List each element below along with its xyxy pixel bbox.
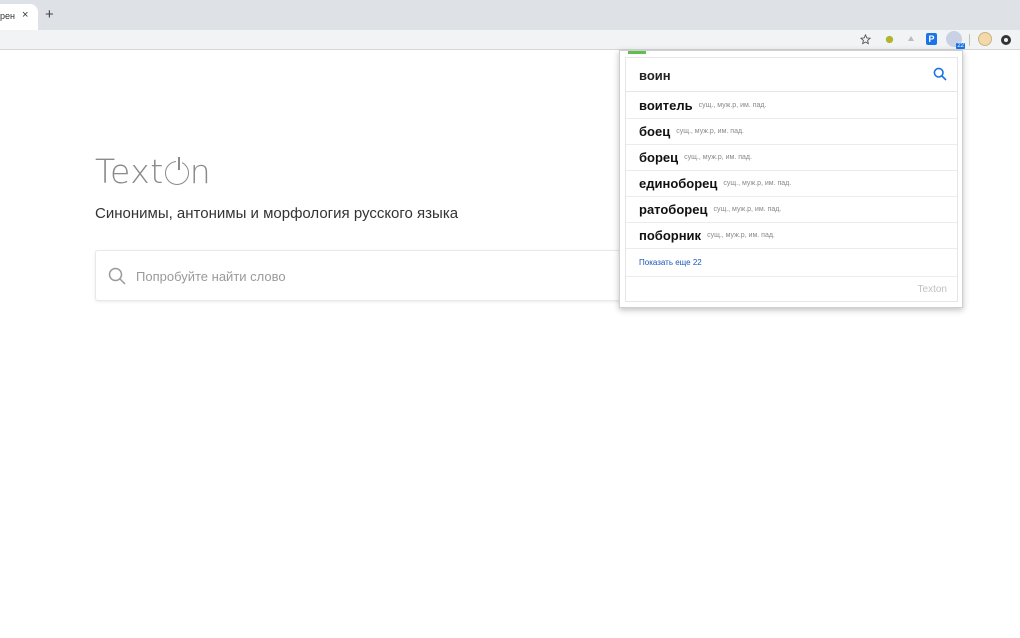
result-item[interactable]: борец сущ., муж.р, им. пад. (626, 145, 957, 171)
popup-panel: воин воитель сущ., муж.р, им. пад. боец … (625, 57, 958, 302)
power-icon (164, 157, 189, 185)
toolbar-divider (969, 34, 970, 46)
result-grammar: сущ., муж.р, им. пад. (713, 206, 782, 213)
browser-toolbar: P 22 (0, 30, 1020, 50)
browser-tab[interactable]: рен × (0, 4, 38, 30)
popup-accent-bar (628, 51, 646, 54)
close-tab-icon[interactable]: × (22, 9, 28, 21)
result-word: поборник (639, 228, 702, 243)
result-word: ратоборец (639, 202, 708, 217)
extension-icon[interactable] (882, 32, 896, 46)
result-word: единоборец (639, 176, 718, 191)
result-item[interactable]: поборник сущ., муж.р, им. пад. (626, 223, 957, 249)
p-extension-icon[interactable]: P (926, 33, 937, 45)
popup-search-field[interactable]: воин (626, 58, 957, 92)
new-tab-button[interactable]: + (45, 7, 54, 23)
result-item[interactable]: воитель сущ., муж.р, им. пад. (626, 93, 957, 119)
avatar[interactable] (978, 32, 992, 46)
texton-logo: Text n (95, 152, 212, 191)
extension-badge: 22 (956, 43, 965, 49)
results-list: воитель сущ., муж.р, им. пад. боец сущ.,… (626, 93, 957, 277)
extension-popup: воин воитель сущ., муж.р, им. пад. боец … (619, 50, 963, 308)
result-word: воитель (639, 98, 693, 113)
search-icon[interactable] (933, 67, 947, 86)
result-grammar: сущ., муж.р, им. пад. (684, 154, 752, 161)
show-more-link[interactable]: Показать еще 22 (626, 249, 957, 277)
result-grammar: сущ., муж.р, им. пад. (723, 180, 792, 187)
download-icon[interactable] (904, 32, 918, 46)
search-icon (108, 267, 126, 290)
tab-title: рен (0, 11, 15, 21)
texton-extension-icon[interactable]: 22 (946, 31, 965, 49)
popup-query[interactable]: воин (639, 68, 671, 83)
tab-strip: рен × + (0, 0, 1020, 30)
result-word: борец (639, 150, 679, 165)
popup-footer-logo: Texton (917, 284, 947, 295)
result-item[interactable]: ратоборец сущ., муж.р, им. пад. (626, 197, 957, 223)
star-icon[interactable] (858, 32, 872, 46)
search-input[interactable] (136, 265, 606, 287)
result-grammar: сущ., муж.р, им. пад. (698, 102, 767, 109)
result-grammar: сущ., муж.р, им. пад. (707, 232, 775, 239)
menu-icon[interactable] (1001, 35, 1011, 45)
search-box[interactable] (95, 250, 625, 301)
result-item[interactable]: единоборец сущ., муж.р, им. пад. (626, 171, 957, 197)
result-grammar: сущ., муж.р, им. пад. (676, 128, 745, 135)
result-word: боец (639, 124, 671, 139)
result-item[interactable]: боец сущ., муж.р, им. пад. (626, 119, 957, 145)
page-subtitle: Синонимы, антонимы и морфология русского… (95, 205, 459, 222)
